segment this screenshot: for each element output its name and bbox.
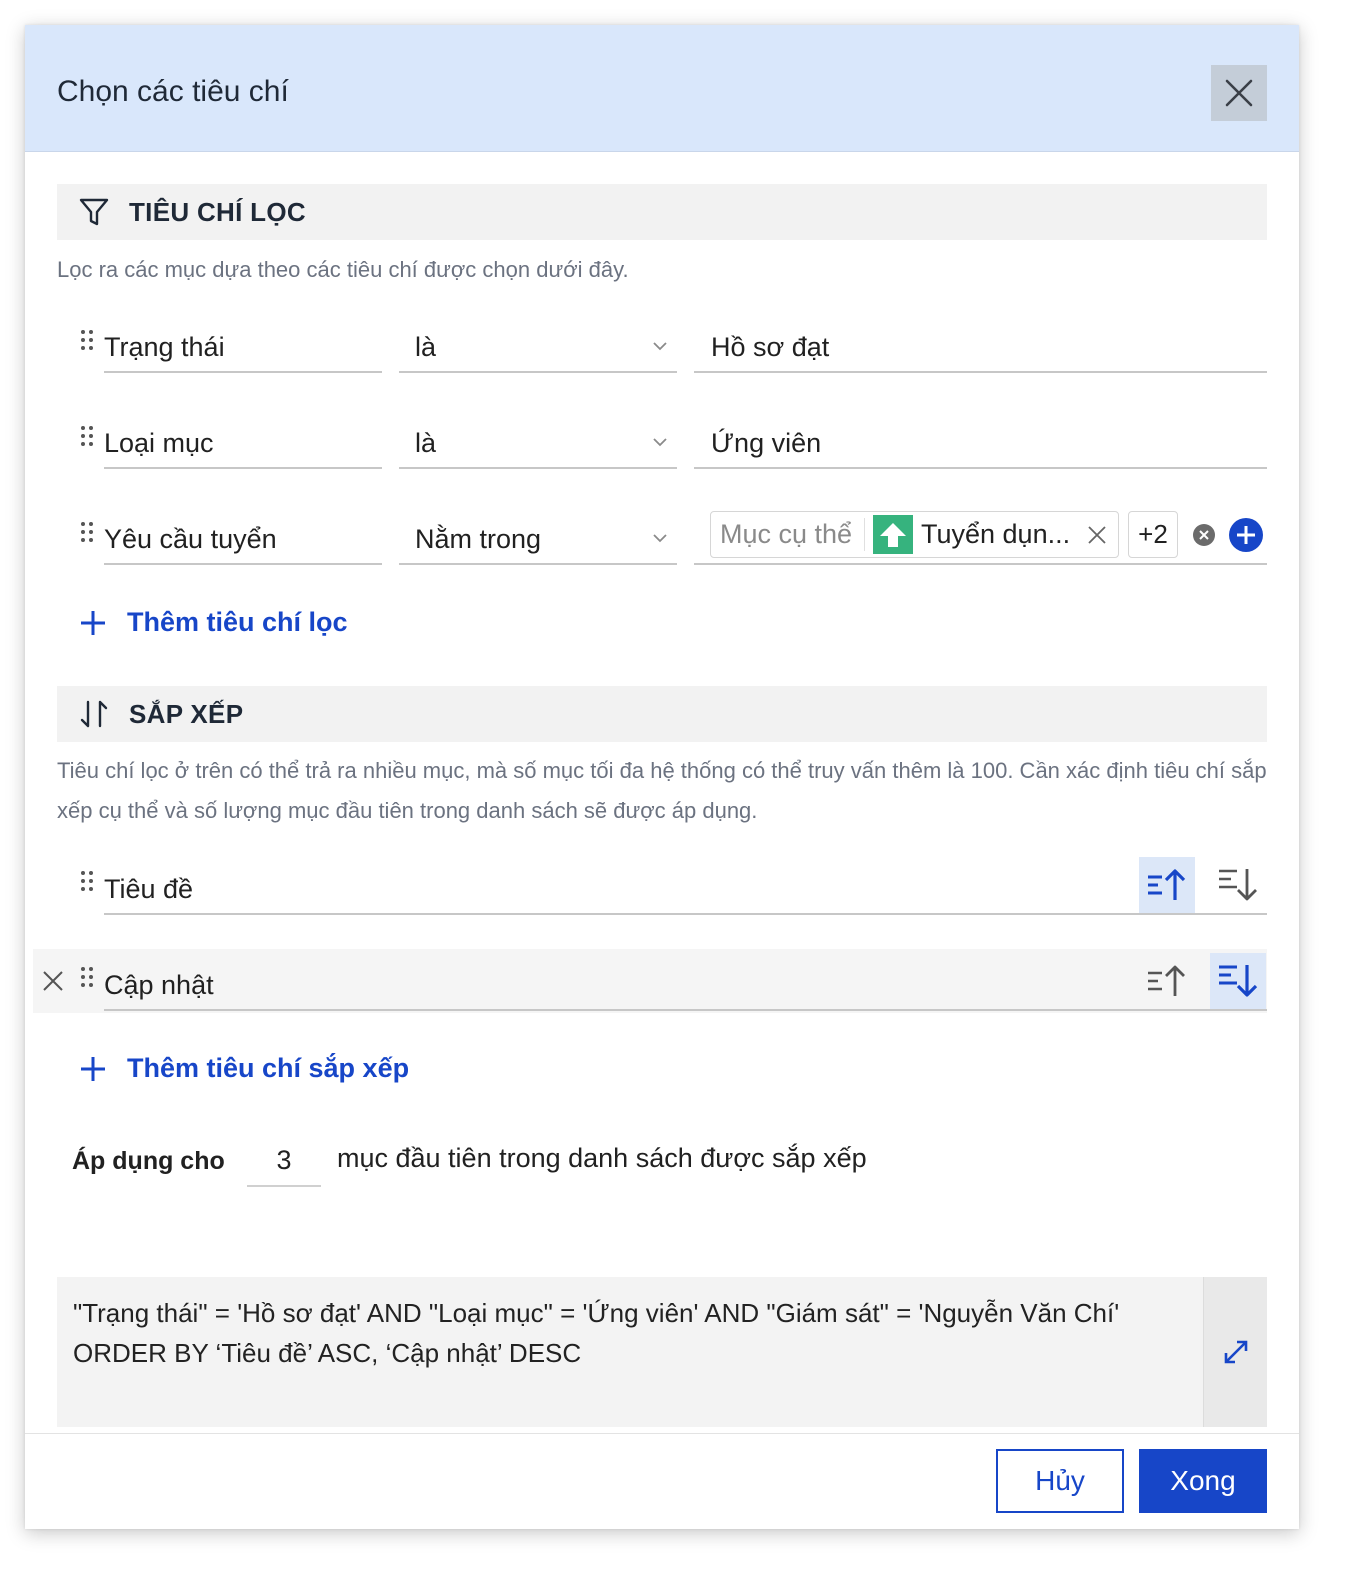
close-icon (1225, 79, 1253, 107)
sort-descending-button[interactable] (1210, 953, 1266, 1009)
drag-handle-icon[interactable] (81, 330, 97, 358)
expand-button[interactable] (1203, 1277, 1267, 1427)
drag-handle-icon[interactable] (81, 426, 97, 454)
more-items-badge[interactable]: +2 (1128, 511, 1178, 558)
close-button[interactable] (1211, 65, 1267, 121)
sort-description: Tiêu chí lọc ở trên có thể trả ra nhiều … (57, 758, 1267, 823)
apply-count-value: 3 (276, 1144, 292, 1175)
dialog-header: Chọn các tiêu chí (25, 25, 1299, 152)
apply-count-input[interactable]: 3 (247, 1135, 321, 1187)
more-count: +2 (1138, 519, 1168, 549)
selected-items-box[interactable]: Mục cụ thể Tuyển dụn... (710, 511, 1119, 558)
filter-value-label: Ứng viên (711, 427, 822, 458)
chevron-down-icon (653, 438, 667, 447)
apply-label: Áp dụng cho (72, 1147, 225, 1175)
drag-handle-icon[interactable] (81, 522, 97, 550)
sort-section-header: SẮP XẾP (57, 686, 1267, 742)
sort-field-select[interactable]: Cập nhật (104, 961, 1267, 1011)
filter-operator-select[interactable]: Nằm trong (399, 515, 677, 565)
sort-ascending-icon (1148, 965, 1185, 996)
criteria-dialog: Chọn các tiêu chí TIÊU CHÍ LỌC Lọc ra cá… (25, 25, 1299, 1529)
tag-separator (864, 518, 865, 551)
remove-sort-icon[interactable] (42, 970, 64, 992)
arrow-up-icon (873, 515, 913, 554)
filter-section-header: TIÊU CHÍ LỌC (57, 184, 1267, 240)
sort-arrows-icon (77, 697, 111, 731)
filter-field-label: Loại mục (104, 427, 214, 458)
tag-remove-icon[interactable] (1087, 525, 1107, 545)
sort-section-title: SẮP XẾP (129, 698, 244, 729)
filter-field-select[interactable]: Yêu cầu tuyển (104, 515, 382, 565)
value-placeholder: Mục cụ thể (720, 519, 853, 549)
filter-value-label: Hồ sơ đạt (711, 331, 830, 362)
chevron-down-icon (653, 342, 667, 351)
filter-operator-label: là (415, 427, 437, 458)
sort-descending-button[interactable] (1210, 857, 1266, 913)
filter-field-label: Trạng thái (104, 331, 225, 362)
sort-field-select[interactable]: Tiêu đề (104, 865, 1267, 915)
tag-label: Tuyển dụn... (921, 519, 1071, 549)
query-preview: "Trạng thái" = 'Hồ sơ đạt' AND "Loại mục… (57, 1277, 1267, 1427)
add-filter-button[interactable]: Thêm tiêu chí lọc (79, 607, 348, 638)
filter-operator-select[interactable]: là (399, 419, 677, 469)
add-sort-button[interactable]: Thêm tiêu chí sắp xếp (79, 1053, 409, 1084)
sort-field-label: Tiêu đề (104, 873, 194, 904)
filter-operator-label: Nằm trong (415, 523, 542, 554)
filter-operator-label: là (415, 331, 437, 362)
filter-value-input[interactable]: Ứng viên (694, 419, 1267, 469)
funnel-icon (77, 195, 111, 229)
add-filter-label: Thêm tiêu chí lọc (127, 607, 348, 637)
add-circle-icon[interactable] (1228, 517, 1264, 553)
sort-ascending-button[interactable] (1139, 953, 1195, 1009)
clear-circle-icon[interactable] (1192, 523, 1216, 547)
add-sort-label: Thêm tiêu chí sắp xếp (127, 1053, 410, 1083)
filter-description: Lọc ra các mục dựa theo các tiêu chí đượ… (57, 257, 629, 282)
done-button[interactable]: Xong (1139, 1449, 1267, 1513)
plus-icon (81, 1056, 105, 1081)
filter-field-select[interactable]: Trạng thái (104, 323, 382, 373)
filter-operator-select[interactable]: là (399, 323, 677, 373)
dialog-footer: Hủy Xong (25, 1433, 1299, 1529)
filter-field-select[interactable]: Loại mục (104, 419, 382, 469)
expand-icon (1224, 1340, 1247, 1364)
sort-descending-icon (1219, 869, 1257, 901)
dialog-title: Chọn các tiêu chí (57, 75, 289, 108)
filter-value-input[interactable]: Hồ sơ đạt (694, 323, 1267, 373)
sort-ascending-button[interactable] (1139, 857, 1195, 913)
sort-ascending-icon (1148, 869, 1186, 900)
drag-handle-icon[interactable] (81, 871, 97, 899)
apply-suffix: mục đầu tiên trong danh sách được sắp xế… (337, 1143, 867, 1173)
chevron-down-icon (653, 534, 667, 543)
filter-field-label: Yêu cầu tuyển (104, 523, 277, 554)
filter-section-title: TIÊU CHÍ LỌC (129, 196, 306, 227)
cancel-button[interactable]: Hủy (996, 1449, 1124, 1513)
query-text: "Trạng thái" = 'Hồ sơ đạt' AND "Loại mục… (73, 1298, 1120, 1368)
plus-icon (81, 610, 105, 635)
sort-field-label: Cập nhật (104, 969, 214, 1000)
drag-handle-icon[interactable] (81, 967, 97, 995)
sort-descending-icon (1219, 965, 1258, 997)
